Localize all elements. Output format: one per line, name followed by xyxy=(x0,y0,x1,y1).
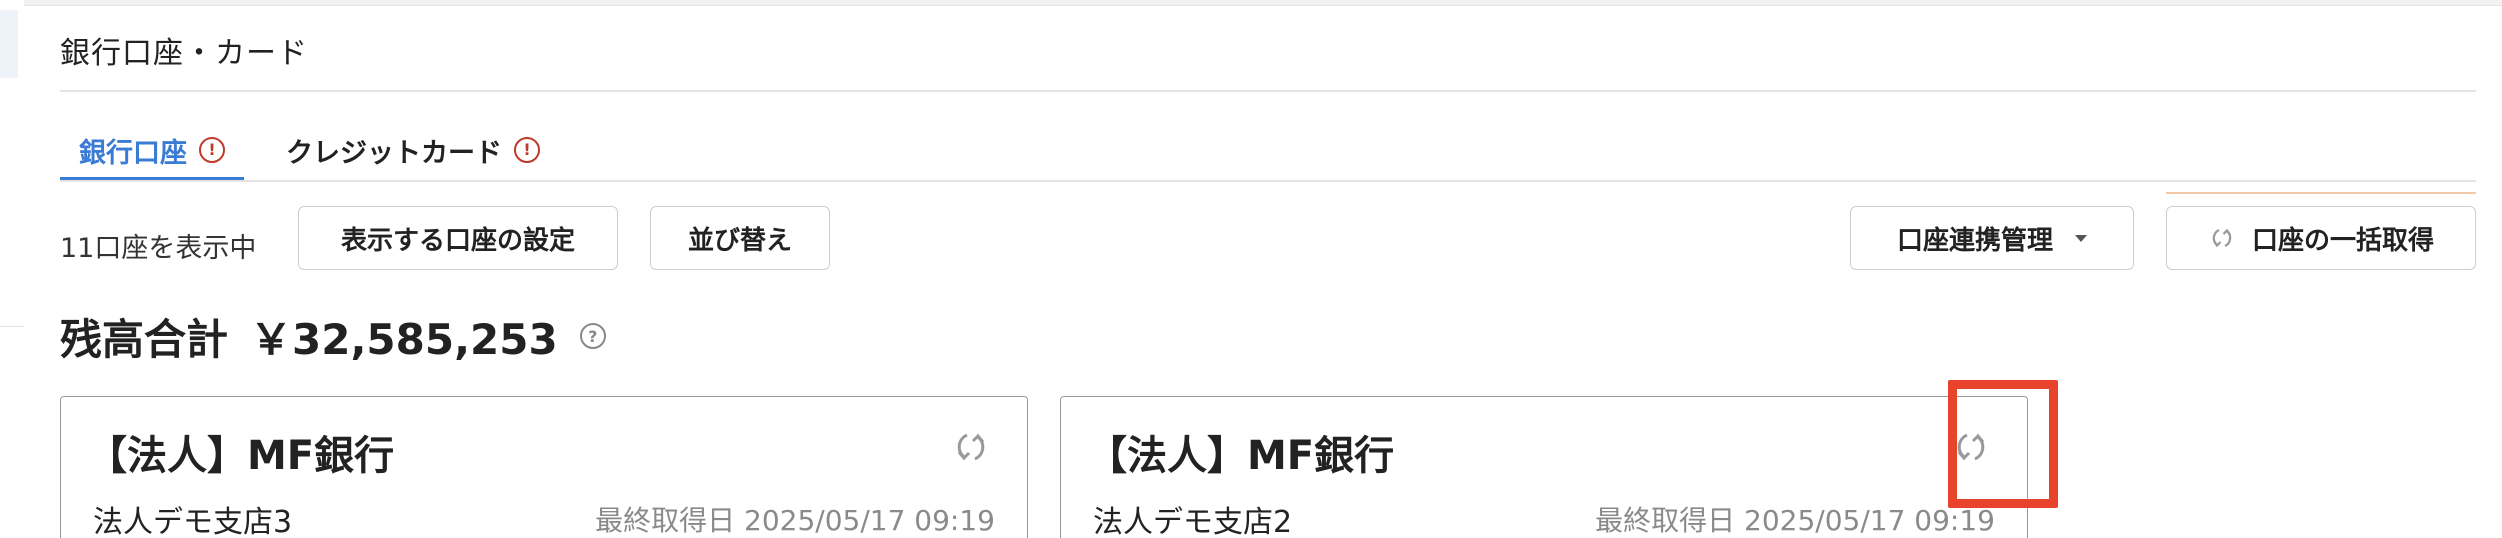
account-card[interactable]: 【法人】MF銀行 法人デモ支店3 最終取得日 2025/05/17 09:19 xyxy=(60,396,1028,538)
branch-name: 法人デモ支店2 xyxy=(1093,505,1293,538)
help-circle-icon[interactable]: ? xyxy=(579,323,606,349)
tab-label: 銀行口座 xyxy=(79,137,187,169)
fetch-all-button[interactable]: 口座の一括取得 xyxy=(2166,206,2476,270)
last-updated: 最終取得日 2025/05/17 09:19 xyxy=(1595,504,1995,537)
tab-credit-cards[interactable]: クレジットカード ! xyxy=(286,118,540,182)
tabs-divider xyxy=(60,180,2476,182)
refresh-icon[interactable] xyxy=(1951,427,1991,467)
account-tabs: 銀行口座 ! クレジットカード ! xyxy=(60,118,2476,182)
branch-name: 法人デモ支店3 xyxy=(93,505,293,538)
refresh-icon[interactable] xyxy=(951,427,991,467)
account-name: 【法人】MF銀行 xyxy=(1087,433,1395,479)
last-updated: 最終取得日 2025/05/17 09:19 xyxy=(595,504,995,537)
total-label: 残高合計 xyxy=(60,314,229,364)
alert-circle-icon: ! xyxy=(514,137,540,163)
balance-total: 残高合計 ￥32,585,253 ? xyxy=(60,306,606,366)
link-manage-dropdown[interactable]: 口座連携管理 xyxy=(1850,206,2134,270)
account-count: 11口座を表示中 xyxy=(60,233,257,264)
page-title: 銀行口座・カード xyxy=(60,36,308,71)
tab-label: クレジットカード xyxy=(286,137,502,169)
left-sidebar xyxy=(0,0,24,538)
sidebar-active-item[interactable] xyxy=(0,10,18,78)
accent-line xyxy=(2166,192,2476,194)
dropdown-label: 口座連携管理 xyxy=(1896,225,2053,256)
total-value: ￥32,585,253 xyxy=(250,314,558,364)
sidebar-divider xyxy=(0,326,24,327)
account-card[interactable]: 【法人】MF銀行 法人デモ支店2 最終取得日 2025/05/17 09:19 xyxy=(1060,396,2028,538)
account-name: 【法人】MF銀行 xyxy=(87,433,395,479)
accounts-panel: 銀行口座・カード 銀行口座 ! クレジットカード ! 11口座を表示中 表示する… xyxy=(60,6,2476,538)
caret-down-icon xyxy=(2075,234,2087,242)
fetch-all-label: 口座の一括取得 xyxy=(2251,225,2434,256)
alert-circle-icon: ! xyxy=(199,137,225,163)
title-divider xyxy=(60,90,2476,92)
sort-button[interactable]: 並び替え xyxy=(650,206,830,270)
display-settings-button[interactable]: 表示する口座の設定 xyxy=(298,206,618,270)
refresh-icon xyxy=(2208,224,2236,252)
tab-bank-accounts[interactable]: 銀行口座 ! xyxy=(60,118,244,182)
toolbar: 11口座を表示中 表示する口座の設定 並び替え 口座連携管理 口座の一括取得 xyxy=(60,192,2476,276)
